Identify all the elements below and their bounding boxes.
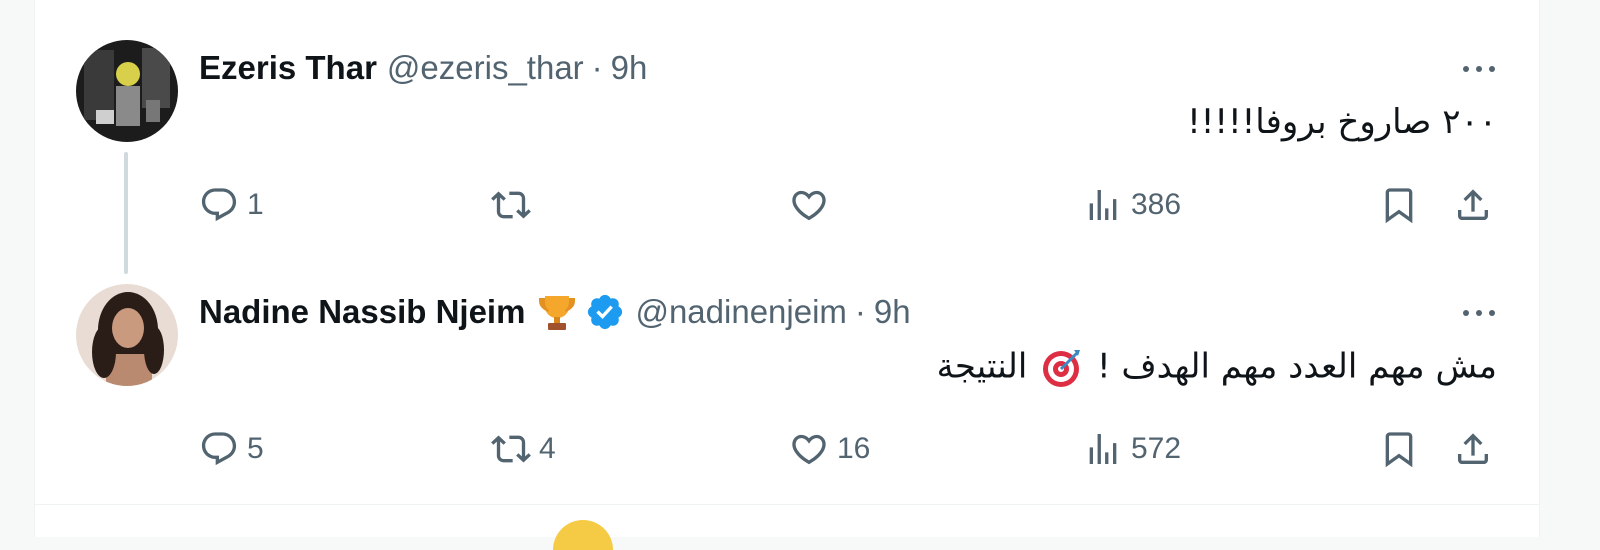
tweet[interactable]: Ezeris Thar @ezeris_thar · 9h ٢٠٠ صاروخ … (35, 40, 1539, 274)
user-handle[interactable]: @ezeris_thar (387, 49, 584, 87)
bookmark-icon (1385, 188, 1413, 224)
share-icon (1458, 189, 1488, 220)
retweet-icon (491, 191, 531, 219)
heart-icon (792, 190, 826, 221)
like-button[interactable]: 16 (789, 424, 870, 474)
views-count: 386 (1131, 188, 1182, 221)
tweet[interactable]: Nadine Nassib Njeim @nadinenjeim · 9h مش… (35, 284, 1539, 484)
tweet-text: مش مهم العدد مهم الهدف ! النتيجة (937, 346, 1497, 390)
tweet-text: ٢٠٠ صاروخ بروفا!!!!! (1187, 102, 1497, 142)
verified-badge-icon[interactable] (585, 292, 625, 332)
retweet-button[interactable]: 4 (491, 424, 556, 474)
retweet-icon (491, 435, 531, 463)
views-icon (1089, 190, 1117, 220)
reply-button[interactable]: 1 (199, 180, 264, 230)
views-button[interactable]: 572 (1083, 424, 1181, 474)
like-button[interactable] (789, 180, 837, 230)
share-button[interactable] (1453, 424, 1493, 474)
like-count: 16 (837, 432, 871, 465)
reply-button[interactable]: 5 (199, 424, 264, 474)
display-name[interactable]: Ezeris Thar (199, 49, 377, 87)
more-icon[interactable] (1459, 58, 1499, 78)
tweet-actions: 1 386 (199, 180, 1499, 230)
separator-dot: · (591, 49, 603, 86)
avatar[interactable] (76, 40, 178, 142)
tweet-text-part: مش مهم العدد مهم الهدف ! (1096, 346, 1497, 387)
views-button[interactable]: 386 (1083, 180, 1181, 230)
bookmark-button[interactable] (1379, 424, 1419, 474)
reply-icon (201, 432, 237, 466)
avatar[interactable] (76, 284, 178, 386)
display-name[interactable]: Nadine Nassib Njeim (199, 293, 525, 331)
heart-icon (792, 434, 826, 465)
views-icon (1089, 434, 1117, 464)
reply-count: 5 (247, 432, 264, 465)
share-button[interactable] (1453, 180, 1493, 230)
retweet-button[interactable] (491, 180, 539, 230)
next-tweet-avatar[interactable] (553, 520, 613, 550)
tweet-header: Nadine Nassib Njeim @nadinenjeim · 9h (199, 292, 911, 332)
reply-icon (201, 188, 237, 222)
timestamp[interactable]: 9h (874, 293, 911, 331)
bookmark-button[interactable] (1379, 180, 1419, 230)
tweet-text-part: النتيجة (936, 346, 1028, 387)
more-icon[interactable] (1459, 302, 1499, 322)
separator-dot: · (854, 293, 866, 330)
divider (35, 504, 1539, 505)
user-handle[interactable]: @nadinenjeim (635, 293, 846, 331)
views-count: 572 (1131, 432, 1182, 465)
direct-hit-emoji-icon (1040, 346, 1084, 390)
timeline-column: Ezeris Thar @ezeris_thar · 9h ٢٠٠ صاروخ … (34, 0, 1540, 550)
thread-line (124, 152, 128, 274)
share-icon (1458, 433, 1488, 464)
reply-count: 1 (247, 188, 264, 221)
bookmark-icon (1385, 432, 1413, 468)
retweet-count: 4 (539, 432, 556, 465)
tweet-actions: 5 4 16 572 (199, 424, 1499, 474)
trophy-emoji-icon (535, 290, 579, 334)
timestamp[interactable]: 9h (611, 49, 648, 87)
tweet-header: Ezeris Thar @ezeris_thar · 9h (199, 48, 647, 88)
